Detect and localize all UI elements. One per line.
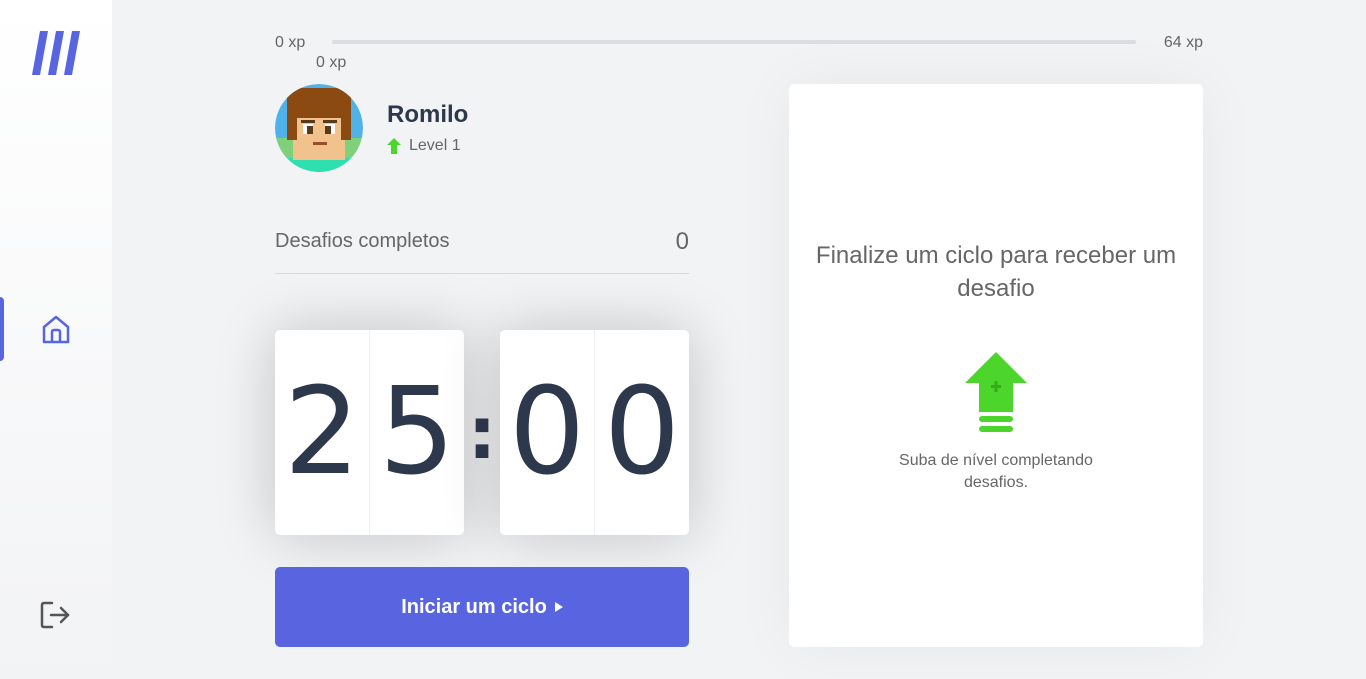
level-up-arrow-icon bbox=[387, 138, 401, 154]
user-name: Romilo bbox=[387, 101, 469, 128]
active-indicator bbox=[0, 297, 4, 361]
countdown-minutes: 2 5 bbox=[275, 330, 464, 535]
xp-min-label: 0 xp bbox=[275, 34, 306, 51]
logo-icon bbox=[32, 31, 80, 75]
sidebar bbox=[0, 0, 112, 679]
challenge-box-text: Suba de nível completando desafios. bbox=[899, 452, 1093, 491]
avatar bbox=[275, 84, 363, 172]
level-up-icon bbox=[965, 352, 1027, 432]
home-icon bbox=[42, 315, 70, 344]
minute-digit-left: 2 bbox=[275, 330, 370, 535]
second-digit-right: 0 bbox=[603, 362, 681, 502]
start-cycle-label: Iniciar um ciclo bbox=[401, 595, 547, 618]
xp-track bbox=[332, 40, 1136, 44]
completed-challenges-count: 0 bbox=[675, 228, 689, 255]
completed-challenges: Desafios completos 0 bbox=[275, 228, 689, 274]
user-level: Level 1 bbox=[387, 137, 461, 155]
nav-home[interactable] bbox=[0, 297, 112, 361]
challenge-box-title: Finalize um ciclo para receber um desafi… bbox=[815, 242, 1177, 302]
completed-challenges-label: Desafios completos bbox=[275, 230, 450, 252]
xp-max-label: 64 xp bbox=[1163, 34, 1203, 51]
experience-bar: 0 xp 0 xp 64 xp bbox=[275, 32, 1203, 72]
profile: Romilo Level 1 bbox=[275, 84, 695, 172]
challenge-box: Finalize um ciclo para receber um desafi… bbox=[789, 84, 1203, 647]
countdown-seconds: 0 0 bbox=[500, 330, 689, 535]
countdown-separator: : bbox=[467, 390, 497, 475]
minute-digit-right: 5 bbox=[378, 362, 456, 502]
logout-icon[interactable] bbox=[38, 598, 72, 632]
play-icon bbox=[554, 602, 563, 612]
start-cycle-button[interactable]: Iniciar um ciclo bbox=[275, 567, 689, 647]
second-digit-left: 0 bbox=[500, 330, 595, 535]
xp-current-label: 0 xp bbox=[316, 54, 347, 71]
level-label: Level 1 bbox=[409, 137, 461, 154]
countdown: 2 5 : 0 0 bbox=[275, 330, 689, 535]
